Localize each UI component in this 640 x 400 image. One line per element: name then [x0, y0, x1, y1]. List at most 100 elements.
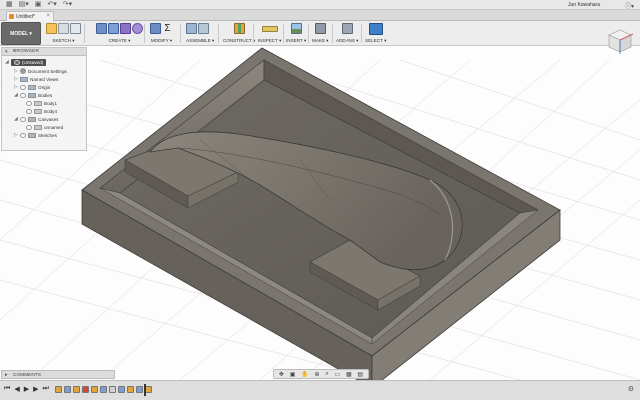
comments-panel[interactable]: ▸ COMMENTS [1, 370, 115, 379]
box-icon[interactable] [96, 23, 107, 34]
timeline-feature[interactable] [109, 386, 116, 393]
toolbar-group-make[interactable]: MAKE ▾ [312, 23, 329, 45]
toolbar-group-inspect[interactable]: INSPECT ▾ [258, 23, 281, 45]
first-step-icon[interactable]: ⏮ [4, 385, 10, 393]
visibility-icon[interactable] [26, 108, 32, 114]
line-icon[interactable] [58, 23, 69, 34]
browser-header[interactable]: ▾ BROWSER › [2, 48, 86, 56]
3d-print-icon[interactable] [314, 23, 326, 34]
viewports-icon[interactable]: ▤ [357, 371, 363, 378]
timeline-feature[interactable] [55, 386, 62, 393]
visibility-icon[interactable] [20, 92, 26, 98]
visibility-icon[interactable] [20, 116, 26, 122]
workspace-switcher-button[interactable]: MODEL ▾ [1, 22, 41, 45]
image-icon[interactable] [290, 23, 302, 34]
browser-node[interactable]: ▷ Document Settings [14, 67, 67, 75]
visibility-icon[interactable] [20, 84, 26, 90]
grid-settings-icon[interactable]: ▦ [346, 371, 352, 378]
toolbar-group-label: INSERT ▾ [286, 38, 307, 43]
toolbar-group-sketch[interactable]: SKETCH ▾ [46, 23, 81, 45]
view-cube[interactable] [606, 27, 634, 55]
pin-icon[interactable]: › [13, 48, 83, 54]
folder-icon [20, 76, 28, 82]
toolbar-group-construct[interactable]: CONSTRUCT ▾ [223, 23, 255, 45]
browser-node[interactable]: ◢ Canvases [14, 115, 58, 123]
timeline-feature[interactable] [73, 386, 80, 393]
timeline-feature[interactable] [91, 386, 98, 393]
press-pull-icon[interactable] [150, 23, 161, 34]
orbit-icon[interactable]: ✥ [279, 371, 284, 378]
browser-node[interactable]: Body4 [26, 107, 57, 115]
play-icon[interactable]: ▶ [24, 385, 29, 393]
browser-node[interactable]: Body1 [26, 99, 57, 107]
timeline-feature[interactable] [82, 386, 89, 393]
root-label: (Unsaved) [22, 59, 44, 65]
folder-icon [28, 92, 36, 98]
browser-root[interactable]: ◢ (Unsaved) [5, 58, 47, 66]
gear-icon[interactable]: ⚙ [628, 385, 634, 393]
toolbar-divider [308, 24, 309, 43]
visibility-icon[interactable] [20, 132, 26, 138]
rectangle-icon[interactable] [70, 23, 81, 34]
help-icon[interactable]: ⓘ▾ [625, 1, 634, 10]
expand-icon[interactable]: ▸ [5, 373, 7, 378]
toolbar-group-select[interactable]: SELECT ▾ [365, 23, 386, 45]
timeline-feature[interactable] [136, 386, 143, 393]
visibility-icon[interactable] [14, 59, 20, 65]
file-icon[interactable]: ▤▾ [19, 0, 29, 10]
application-bar: ▦ ▤▾ ▣ ↶▾ ↷▾ Jun Kawahara ⓘ▾ [0, 0, 640, 10]
fillet-icon[interactable]: Σ [162, 23, 173, 34]
toolbar-divider [84, 24, 85, 43]
grid-menu-icon[interactable]: ▦ [6, 0, 13, 10]
node-label: Body1 [44, 100, 58, 106]
undo-icon[interactable]: ↶▾ [47, 0, 56, 10]
visibility-icon[interactable] [26, 100, 32, 106]
toolbar-group-insert[interactable]: INSERT ▾ [286, 23, 306, 45]
toolbar-group-label: SKETCH ▾ [52, 38, 75, 43]
timeline-feature[interactable] [145, 386, 152, 393]
measure-icon[interactable] [261, 26, 278, 32]
next-step-icon[interactable]: ▶ [33, 385, 38, 393]
timeline-features [55, 386, 152, 393]
look-at-icon[interactable]: ▣ [290, 371, 296, 378]
navigation-bar: ✥ ▣ ✋ ⊕ ⌕ ▭ ▦ ▤ [273, 369, 369, 379]
collapse-icon[interactable]: ▾ [5, 49, 8, 55]
toolbar-group-create[interactable]: CREATE ▾ [96, 23, 143, 45]
pan-icon[interactable]: ✋ [301, 371, 308, 378]
browser-node[interactable]: ▷ Named Views [14, 75, 58, 83]
document-tab[interactable]: Untitled* × [6, 11, 54, 21]
revolve-icon[interactable] [120, 23, 131, 34]
design-canvas[interactable] [0, 47, 640, 380]
toolbar-group-assemble[interactable]: ASSEMBLE ▾ [186, 23, 214, 45]
redo-icon[interactable]: ↷▾ [63, 0, 72, 10]
display-settings-icon[interactable]: ▭ [334, 371, 340, 378]
previous-step-icon[interactable]: ◀ [14, 385, 19, 393]
joint-icon[interactable] [198, 23, 209, 34]
sphere-icon[interactable] [132, 23, 143, 34]
visibility-icon[interactable] [26, 124, 32, 130]
save-icon[interactable]: ▣ [35, 0, 42, 10]
toolbar-group-add-ins[interactable]: ADD-INS ▾ [336, 23, 358, 45]
cursor-icon[interactable] [368, 23, 383, 35]
fit-icon[interactable]: ⌕ [325, 371, 328, 378]
close-icon[interactable]: × [46, 13, 50, 19]
toolbar-group-label: INSPECT ▾ [258, 38, 282, 43]
timeline-feature[interactable] [100, 386, 107, 393]
user-name[interactable]: Jun Kawahara [568, 2, 600, 8]
browser-node[interactable]: ▷ Sketches [14, 131, 57, 139]
toolbar-group-modify[interactable]: Σ MODIFY ▾ [150, 23, 173, 45]
scripts-icon[interactable] [341, 23, 353, 34]
timeline-feature[interactable] [118, 386, 125, 393]
browser-node[interactable]: ◢ Bodies [14, 91, 52, 99]
plane-icon[interactable] [233, 23, 245, 34]
zoom-icon[interactable]: ⊕ [314, 371, 319, 378]
component-icon[interactable] [186, 23, 197, 34]
sketch-icon[interactable] [46, 23, 57, 34]
extrude-icon[interactable] [108, 23, 119, 34]
browser-node[interactable]: unnamed [26, 123, 63, 131]
timeline-feature[interactable] [127, 386, 134, 393]
timeline-marker[interactable] [144, 384, 146, 396]
browser-node[interactable]: ▷ Origin [14, 83, 50, 91]
last-step-icon[interactable]: ⏭ [42, 385, 48, 393]
timeline-feature[interactable] [64, 386, 71, 393]
